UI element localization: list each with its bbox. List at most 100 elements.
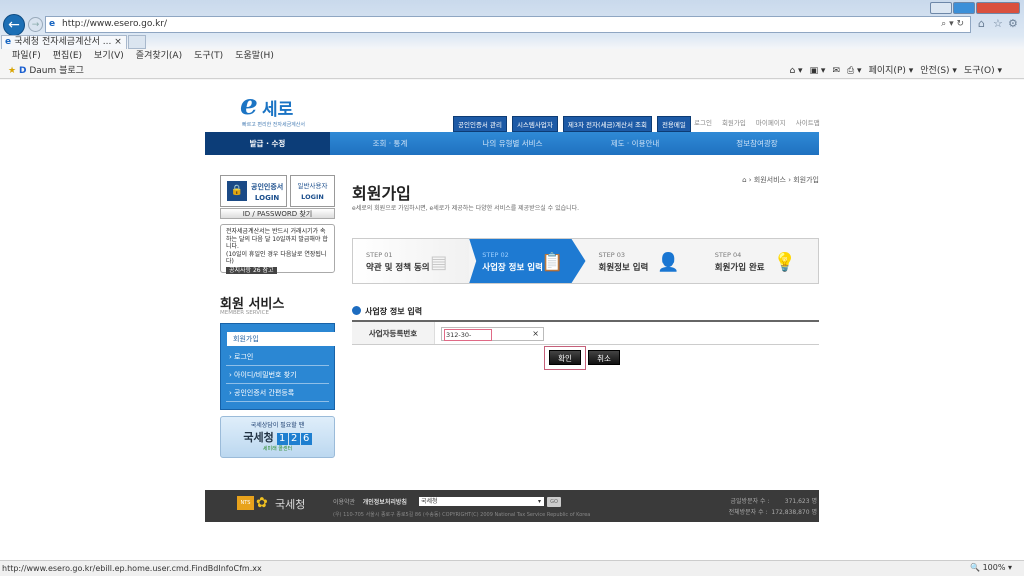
- service-menu: 회원가입 › 로그인 › 아이디/비밀번호 찾기 › 공인인증서 간편등록: [220, 323, 336, 410]
- login-link[interactable]: 로그인: [694, 119, 712, 127]
- visitor-counts: 금일방문자 수 : 371,623 명 전체방문자 수 : 172,838,870…: [728, 498, 817, 516]
- close-tab-icon[interactable]: ×: [114, 37, 122, 47]
- field-label: 사업자등록번호: [352, 322, 435, 344]
- business-info-table: 사업자등록번호 312-30- ×: [352, 320, 819, 345]
- document-icon: ▤: [430, 252, 448, 273]
- home-icon[interactable]: ⌂ ▾: [789, 66, 802, 76]
- lock-icon: 🔒: [227, 181, 247, 201]
- ie-icon: e: [5, 37, 15, 47]
- forward-button[interactable]: →: [28, 17, 43, 32]
- sidebar-item-login[interactable]: › 로그인: [226, 348, 329, 366]
- page-description: e세로의 회원으로 가입하시면, e세로가 제공하는 다양한 서비스를 제공받으…: [352, 205, 580, 212]
- page-menu[interactable]: 페이지(P) ▾: [869, 66, 914, 76]
- cert-login-button[interactable]: 🔒 공인인증서 LOGIN: [220, 175, 287, 207]
- confirm-button[interactable]: 확인: [549, 350, 581, 365]
- close-window-button[interactable]: [976, 2, 1020, 14]
- home-icon[interactable]: ⌂: [742, 176, 746, 184]
- person-icon: 👤: [657, 252, 680, 273]
- join-link[interactable]: 회원가입: [722, 119, 746, 127]
- status-url: http://www.esero.go.kr/ebill.ep.home.use…: [2, 564, 262, 573]
- zoom-control[interactable]: 🔍 100% ▾: [970, 560, 1012, 576]
- lightbulb-icon: 💡: [773, 252, 796, 273]
- mail-icon[interactable]: ✉: [832, 66, 840, 76]
- service-subtitle: MEMBER SERVICE: [220, 310, 269, 316]
- minimize-button[interactable]: [930, 2, 952, 14]
- command-bar: ⌂ ▾ ▣ ▾ ✉ ⎙ ▾ 페이지(P) ▾ 안전(S) ▾ 도구(O) ▾: [782, 63, 1002, 79]
- sitemap-link[interactable]: 사이트맵: [796, 119, 820, 127]
- nav-issue[interactable]: 발급 · 수정: [205, 132, 330, 155]
- sidebar-item-cert-register[interactable]: › 공인인증서 간편등록: [226, 384, 329, 402]
- related-site-select[interactable]: 국세청 ▾: [419, 497, 544, 506]
- esero-logo[interactable]: e 세로 빠르고 편리한 전자세금계산서: [240, 88, 310, 128]
- restore-button[interactable]: [953, 2, 975, 14]
- nts-logo: NTS: [237, 496, 254, 510]
- new-tab-button[interactable]: [128, 35, 146, 49]
- top-buttons: 공인인증서 관리 시스템사업자 제3자 전자(세금)계산서 조회 전용메일: [453, 116, 691, 132]
- step-3: STEP 03 회원정보 입력 👤: [598, 251, 680, 273]
- go-button[interactable]: GO: [547, 497, 561, 507]
- menu-help[interactable]: 도움말(H): [235, 49, 274, 63]
- home-icon[interactable]: ⌂: [978, 17, 985, 30]
- menu-view[interactable]: 보기(V): [94, 49, 124, 63]
- status-bar: http://www.esero.go.kr/ebill.ep.home.use…: [0, 560, 1024, 576]
- url-text: http://www.esero.go.kr/: [62, 19, 168, 29]
- favorite-daum-blog[interactable]: Daum 블로그: [29, 66, 84, 76]
- address-copyright: (우) 110-705 서울시 종로구 종로5길 86 (수송동) COPYRI…: [333, 512, 591, 518]
- print-icon[interactable]: ⎙ ▾: [847, 66, 862, 76]
- nts-name: 국세청: [275, 498, 306, 511]
- favorites-star-icon[interactable]: ☆: [993, 17, 1003, 30]
- dedicated-mail-button[interactable]: 전용메일: [656, 116, 691, 132]
- nav-guide[interactable]: 제도 · 이용안내: [575, 132, 695, 155]
- system-provider-button[interactable]: 시스템사업자: [511, 116, 558, 132]
- third-party-lookup-button[interactable]: 제3자 전자(세금)계산서 조회: [562, 116, 652, 132]
- notice-box: 전자세금계산서는 반드시 거래시기가 속하는 달의 다음 달 10일까지 발급해…: [220, 224, 335, 274]
- menu-file[interactable]: 파일(F): [12, 49, 41, 63]
- nav-participation[interactable]: 정보참여광장: [695, 132, 819, 155]
- nts-emblem-icon: ✿: [256, 495, 268, 511]
- privacy-link[interactable]: 개인정보처리방침: [363, 499, 407, 506]
- rss-icon[interactable]: ▣ ▾: [810, 66, 826, 76]
- notice-link[interactable]: 공지사항 26 참고: [226, 266, 277, 274]
- clear-icon[interactable]: ×: [532, 328, 539, 340]
- sidebar-item-join[interactable]: 회원가입: [227, 332, 336, 346]
- tab-title: 국세청 전자세금계산서 ...: [14, 37, 112, 47]
- gear-icon[interactable]: ⚙: [1008, 17, 1018, 30]
- top-links: 로그인 회원가입 마이페이지 사이트맵: [694, 117, 830, 127]
- nav-my-service[interactable]: 나의 유형별 서비스: [450, 132, 575, 155]
- page-title: 회원가입: [352, 184, 411, 203]
- bullet-icon: [352, 306, 361, 315]
- menu-tools[interactable]: 도구(T): [194, 49, 223, 63]
- step-2-active: STEP 02 사업장 정보 입력 📋: [469, 239, 586, 283]
- search-refresh-icons[interactable]: ⌕ ▾ ↻: [941, 17, 964, 32]
- clipboard-icon: 📋: [541, 252, 564, 273]
- chevron-down-icon: ▾: [537, 498, 541, 505]
- browser-tab[interactable]: e 국세청 전자세금계산서 ... ×: [1, 35, 127, 49]
- general-login-button[interactable]: 일반사용자 LOGIN: [290, 175, 335, 207]
- main-nav: 발급 · 수정 조회 · 통계 나의 유형별 서비스 제도 · 이용안내 정보참…: [205, 132, 819, 155]
- daum-icon: D: [18, 66, 27, 76]
- nav-inquiry[interactable]: 조회 · 통계: [330, 132, 450, 155]
- menu-favorites[interactable]: 즐겨찾기(A): [136, 49, 182, 63]
- tools-menu[interactable]: 도구(O) ▾: [964, 66, 1002, 76]
- cert-manage-button[interactable]: 공인인증서 관리: [453, 116, 507, 132]
- mypage-link[interactable]: 마이페이지: [756, 119, 786, 127]
- business-number-input[interactable]: 312-30- ×: [441, 327, 544, 341]
- find-id-password-button[interactable]: ID / PASSWORD 찾기: [220, 208, 335, 219]
- breadcrumb-join: 회원가입: [793, 176, 819, 184]
- safety-menu[interactable]: 안전(S) ▾: [920, 66, 957, 76]
- step-indicator: STEP 01 약관 및 정책 동의 ▤ STEP 02 사업장 정보 입력 📋 STE…: [352, 238, 819, 284]
- back-button[interactable]: ←: [3, 14, 25, 36]
- address-bar[interactable]: e http://www.esero.go.kr/ ⌕ ▾ ↻: [45, 16, 971, 33]
- sidebar-item-find-id[interactable]: › 아이디/비밀번호 찾기: [226, 366, 329, 384]
- ie-icon: e: [49, 19, 56, 29]
- callcenter-banner[interactable]: 국세상담이 필요할 땐 국세청 1 2 6 세미래 콜센터: [220, 416, 335, 458]
- terms-link[interactable]: 이용약관: [333, 499, 355, 506]
- footer: NTS ✿ 국세청 이용약관 개인정보처리방침 국세청 ▾ GO (우) 110-70…: [205, 490, 819, 522]
- breadcrumb: ⌂ › 회원서비스 › 회원가입: [742, 176, 819, 184]
- add-favorite-icon[interactable]: ★: [8, 66, 16, 76]
- section-heading: 사업장 정보 입력: [352, 306, 422, 317]
- cancel-button[interactable]: 취소: [588, 350, 620, 365]
- step-1: STEP 01 약관 및 정책 동의 ▤: [353, 239, 470, 283]
- menu-edit[interactable]: 편집(E): [53, 49, 82, 63]
- breadcrumb-member-service[interactable]: 회원서비스: [754, 176, 786, 184]
